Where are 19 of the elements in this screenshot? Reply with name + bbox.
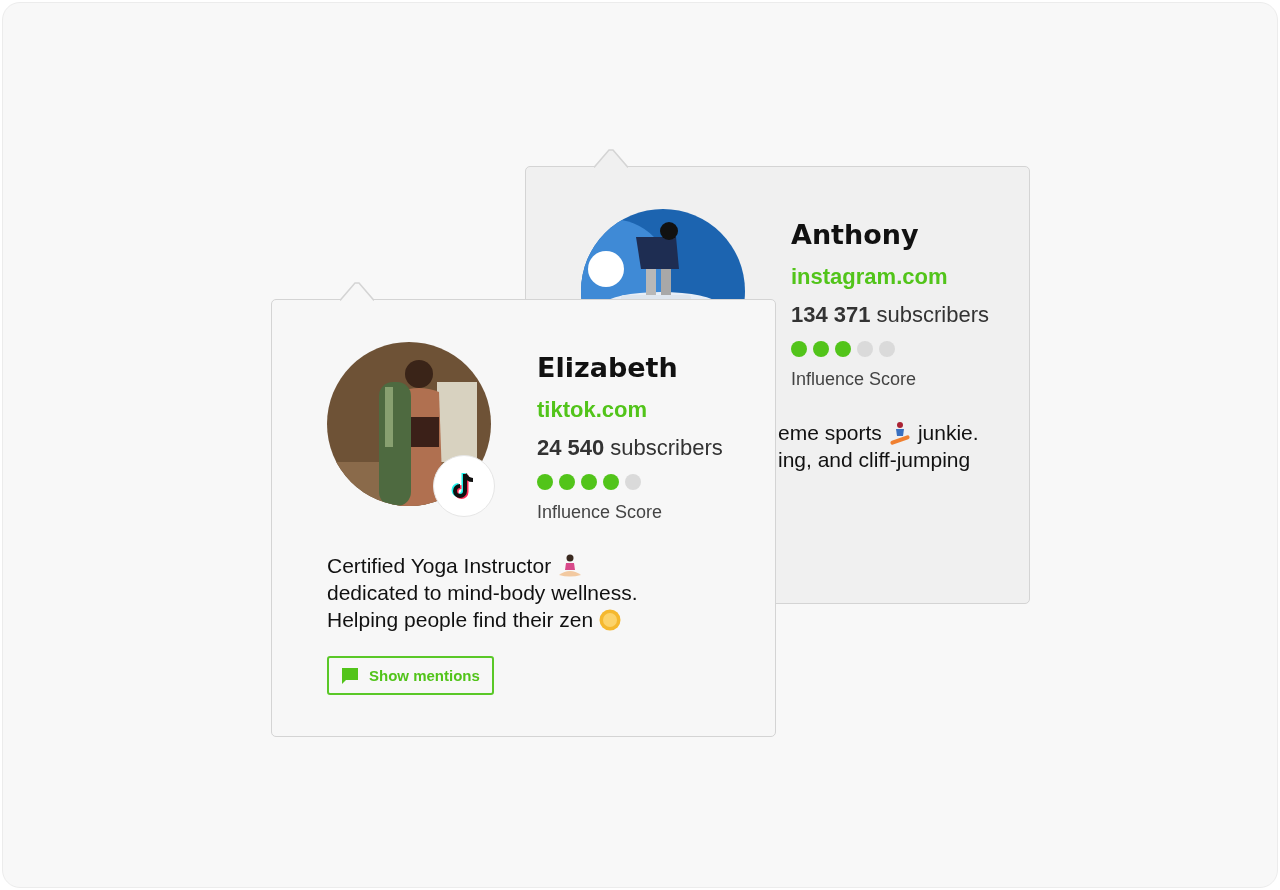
profile-domain: tiktok.com — [537, 397, 649, 423]
profile-name: Anthony — [791, 218, 920, 252]
bio-text: dedicated to mind-body wellness. — [327, 580, 638, 605]
chat-icon — [341, 666, 359, 685]
bio-text: Helping people find their zen — [327, 607, 594, 632]
subscriber-count: 134 371 — [791, 302, 871, 328]
profile-domain: instagram.com — [791, 264, 949, 290]
profile-name: Elizabeth — [537, 351, 679, 385]
bio-text: eme sports — [778, 420, 882, 445]
subscriber-count: 24 540 — [537, 435, 605, 461]
sun-icon — [599, 608, 622, 631]
show-mentions-button[interactable]: Show mentions — [327, 656, 494, 695]
subscriber-label: subscribers — [876, 302, 989, 328]
influence-score-label: Influence Score — [791, 369, 918, 390]
bio-text: ing, and cliff-jumping — [778, 447, 971, 472]
subscriber-label: subscribers — [610, 435, 723, 461]
bio-text: Certified Yoga Instructor — [327, 553, 552, 578]
influence-score-label: Influence Score — [537, 502, 664, 523]
bio-text: junkie. — [917, 420, 979, 445]
